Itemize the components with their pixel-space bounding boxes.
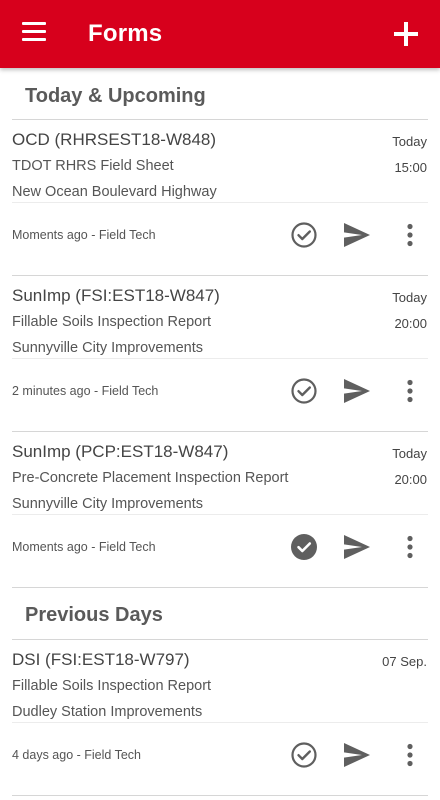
more-vert-icon[interactable]: [406, 379, 414, 403]
form-card-project: Dudley Station Improvements: [12, 704, 203, 720]
more-vert-icon[interactable]: [406, 223, 414, 247]
check-circle-icon[interactable]: [290, 221, 318, 249]
hamburger-menu-icon[interactable]: [22, 22, 48, 44]
form-card-date: Today: [392, 134, 427, 149]
form-card-form-name: Pre-Concrete Placement Inspection Report: [12, 470, 289, 486]
form-card-form-name: TDOT RHRS Field Sheet: [12, 158, 174, 174]
form-card-date: Today: [392, 290, 427, 305]
form-card-form-name: Fillable Soils Inspection Report: [12, 678, 212, 694]
form-card[interactable]: SunImp (FSI:EST18-W847) Today Fillable S…: [0, 276, 440, 432]
form-card-meta: Moments ago - Field Tech: [12, 540, 156, 554]
form-card-meta: Moments ago - Field Tech: [12, 228, 156, 242]
send-icon[interactable]: [342, 532, 372, 562]
send-icon[interactable]: [342, 740, 372, 770]
send-icon[interactable]: [342, 220, 372, 250]
card-divider: [12, 358, 428, 359]
form-card-date: 07 Sep.: [382, 654, 427, 669]
card-separator: [12, 795, 428, 796]
form-card-title: SunImp (FSI:EST18-W847): [12, 286, 220, 305]
add-form-button[interactable]: [388, 16, 424, 52]
form-card-project: Sunnyville City Improvements: [12, 496, 203, 512]
form-card-project: New Ocean Boulevard Highway: [12, 184, 217, 200]
form-card-title: DSI (FSI:EST18-W797): [12, 650, 190, 669]
check-circle-icon[interactable]: [290, 377, 318, 405]
form-card-form-name: Fillable Soils Inspection Report: [12, 314, 212, 330]
more-vert-icon[interactable]: [406, 743, 414, 767]
more-vert-icon[interactable]: [406, 535, 414, 559]
form-card-meta: 4 days ago - Field Tech: [12, 748, 142, 762]
form-card-title: OCD (RHRSEST18-W848): [12, 130, 217, 149]
check-circle-filled-icon[interactable]: [290, 533, 318, 561]
form-card[interactable]: SunImp (PCP:EST18-W847) Today Pre-Concre…: [0, 432, 440, 588]
card-divider: [12, 202, 428, 203]
form-card-time: 15:00: [394, 160, 427, 175]
check-circle-icon[interactable]: [290, 741, 318, 769]
form-card[interactable]: OCD (RHRSEST18-W848) Today TDOT RHRS Fie…: [0, 120, 440, 276]
form-card[interactable]: DSI (FSI:EST18-W797) 07 Sep. Fillable So…: [0, 640, 440, 798]
app-bar: Forms: [0, 0, 440, 68]
form-card-date: Today: [392, 446, 427, 461]
form-card-title: SunImp (PCP:EST18-W847): [12, 442, 229, 461]
form-card-time: 20:00: [394, 472, 427, 487]
card-divider: [12, 722, 428, 723]
form-card-meta: 2 minutes ago - Field Tech: [12, 384, 159, 398]
form-card-time: 20:00: [394, 316, 427, 331]
form-card-project: Sunnyville City Improvements: [12, 340, 203, 356]
section-header-previous: Previous Days: [25, 604, 163, 626]
send-icon[interactable]: [342, 376, 372, 406]
card-separator: [12, 587, 428, 588]
section-header-today: Today & Upcoming: [25, 85, 206, 107]
page-title: Forms: [88, 20, 163, 47]
card-divider: [12, 514, 428, 515]
